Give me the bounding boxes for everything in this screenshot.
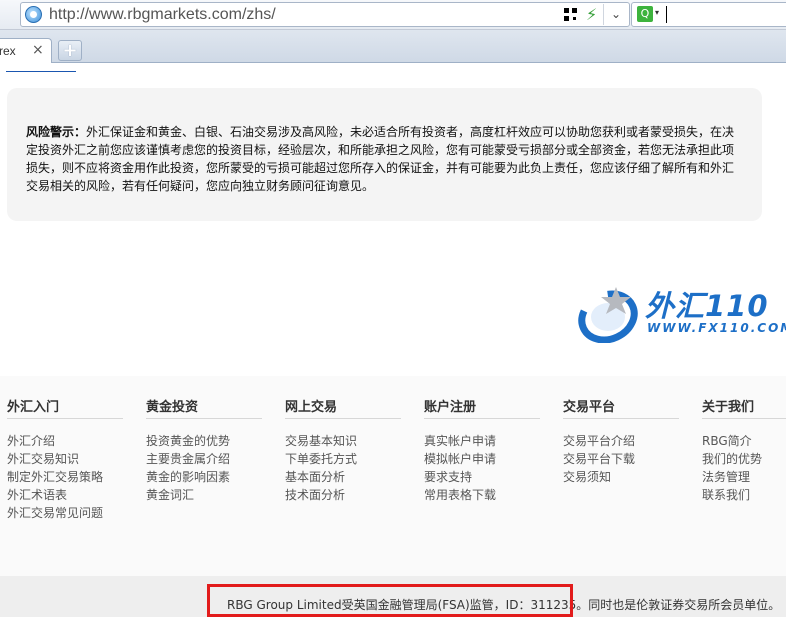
footer-column-heading[interactable]: 账户注册 — [424, 396, 476, 415]
copyright-bar: RBG Group Limited受英国金融管理局(FSA)监管，ID：3112… — [0, 576, 786, 617]
footer-link[interactable]: 下单委托方式 — [285, 450, 357, 468]
footer-link[interactable]: 真实帐户申请 — [424, 432, 496, 450]
footer-nav: 外汇入门 外汇介绍 外汇交易知识 制定外汇交易策略 外汇术语表 外汇交易常见问题… — [0, 376, 786, 576]
watermark-subtitle: WWW.FX110.COM — [647, 321, 786, 335]
footer-link[interactable]: 交易须知 — [563, 468, 635, 486]
footer-link[interactable]: 投资黄金的优势 — [146, 432, 230, 450]
footer-link[interactable]: 黄金的影响因素 — [146, 468, 230, 486]
tab-strip: rex × + — [0, 30, 786, 63]
footer-link[interactable]: 交易平台下载 — [563, 450, 635, 468]
footer-link[interactable]: 要求支持 — [424, 468, 496, 486]
partial-link[interactable] — [6, 63, 76, 72]
divider — [285, 418, 401, 419]
footer-link[interactable]: 联系我们 — [702, 486, 762, 504]
new-tab-button[interactable]: + — [58, 40, 82, 61]
fx110-watermark-logo: 外汇110 WWW.FX110.COM — [578, 283, 786, 343]
footer-link[interactable]: 常用表格下载 — [424, 486, 496, 504]
risk-warning-body: 外汇保证金和黄金、白银、石油交易涉及高风险，未必适合所有投资者，高度杠杆效应可以… — [26, 125, 735, 193]
tab-label: rex — [0, 44, 16, 58]
search-engine-dropdown-icon[interactable]: ▾ — [655, 8, 659, 17]
text-cursor — [666, 6, 667, 23]
url-input[interactable]: http://www.rbgmarkets.com/zhs/ ⚡ ⌄ — [20, 2, 630, 27]
footer-link[interactable]: 外汇交易常见问题 — [7, 504, 103, 522]
footer-column-heading[interactable]: 交易平台 — [563, 396, 615, 415]
url-dropdown-button[interactable]: ⌄ — [603, 4, 628, 25]
footer-link[interactable]: 交易基本知识 — [285, 432, 357, 450]
watermark-title: 外汇110 — [645, 289, 769, 323]
url-text[interactable]: http://www.rbgmarkets.com/zhs/ — [49, 6, 276, 24]
footer-link[interactable]: 外汇术语表 — [7, 486, 103, 504]
footer-column-heading[interactable]: 外汇入门 — [7, 396, 59, 415]
globe-star-logo-icon — [578, 287, 638, 343]
footer-link[interactable]: 外汇交易知识 — [7, 450, 103, 468]
divider — [424, 418, 540, 419]
top-link-area — [0, 63, 786, 81]
tab-close-icon[interactable]: × — [32, 42, 44, 58]
lightning-icon[interactable]: ⚡ — [586, 5, 597, 24]
divider — [7, 418, 123, 419]
risk-warning-text: 风险警示：外汇保证金和黄金、白银、石油交易涉及高风险，未必适合所有投资者，高度杠… — [26, 123, 744, 195]
footer-column-heading[interactable]: 关于我们 — [702, 396, 754, 415]
footer-link[interactable]: RBG简介 — [702, 432, 762, 450]
footer-link[interactable]: 我们的优势 — [702, 450, 762, 468]
footer-link[interactable]: 外汇介绍 — [7, 432, 103, 450]
divider — [702, 418, 786, 419]
footer-link[interactable]: 基本面分析 — [285, 468, 357, 486]
risk-warning-label: 风险警示： — [26, 125, 87, 139]
footer-column-heading[interactable]: 网上交易 — [285, 396, 337, 415]
search-engine-icon[interactable]: Q — [637, 6, 653, 22]
tab-active[interactable]: rex × — [0, 38, 52, 63]
divider — [146, 418, 262, 419]
footer-link[interactable]: 交易平台介绍 — [563, 432, 635, 450]
globe-icon — [25, 6, 42, 23]
footer-link[interactable]: 模拟帐户申请 — [424, 450, 496, 468]
footer-column-heading[interactable]: 黄金投资 — [146, 396, 198, 415]
copyright-text: RBG Group Limited受英国金融管理局(FSA)监管，ID：3112… — [227, 598, 781, 612]
footer-link[interactable]: 黄金词汇 — [146, 486, 230, 504]
footer-link[interactable]: 主要贵金属介绍 — [146, 450, 230, 468]
footer-link[interactable]: 法务管理 — [702, 468, 762, 486]
search-input[interactable]: Q ▾ — [631, 2, 786, 27]
divider — [563, 418, 679, 419]
footer-link[interactable]: 技术面分析 — [285, 486, 357, 504]
risk-warning-box: 风险警示：外汇保证金和黄金、白银、石油交易涉及高风险，未必适合所有投资者，高度杠… — [7, 88, 762, 221]
qr-code-icon[interactable] — [564, 8, 577, 21]
footer-link[interactable]: 制定外汇交易策略 — [7, 468, 103, 486]
address-bar: http://www.rbgmarkets.com/zhs/ ⚡ ⌄ Q ▾ — [0, 0, 786, 30]
